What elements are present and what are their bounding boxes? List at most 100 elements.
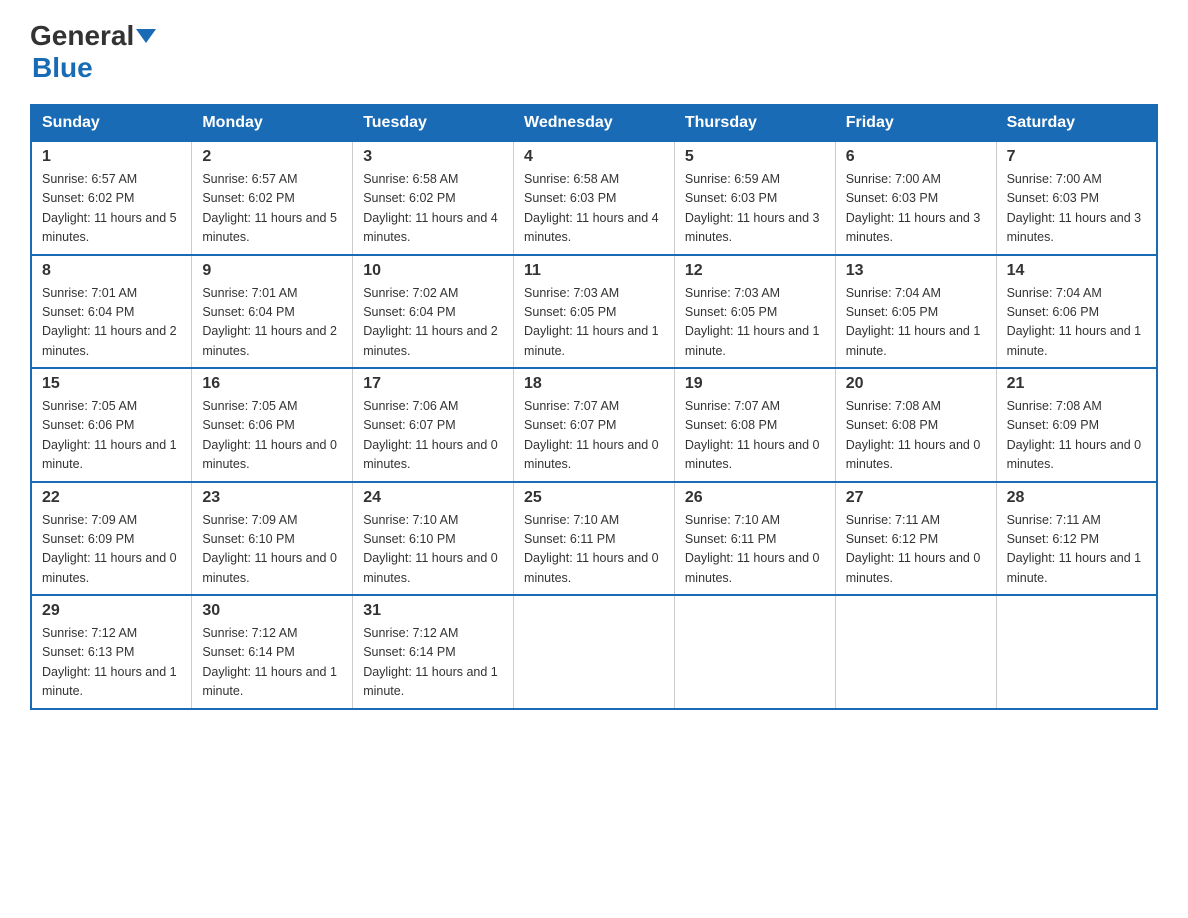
calendar-cell: 12 Sunrise: 7:03 AMSunset: 6:05 PMDaylig… bbox=[674, 255, 835, 369]
calendar-cell bbox=[514, 595, 675, 709]
day-info: Sunrise: 7:08 AMSunset: 6:09 PMDaylight:… bbox=[1007, 397, 1146, 475]
day-info: Sunrise: 7:09 AMSunset: 6:09 PMDaylight:… bbox=[42, 511, 181, 589]
calendar-cell: 19 Sunrise: 7:07 AMSunset: 6:08 PMDaylig… bbox=[674, 368, 835, 482]
day-number: 10 bbox=[363, 262, 503, 280]
day-number: 21 bbox=[1007, 375, 1146, 393]
day-info: Sunrise: 6:59 AMSunset: 6:03 PMDaylight:… bbox=[685, 170, 825, 248]
page-header: General Blue bbox=[30, 20, 1158, 84]
calendar-cell: 29 Sunrise: 7:12 AMSunset: 6:13 PMDaylig… bbox=[31, 595, 192, 709]
calendar-cell: 16 Sunrise: 7:05 AMSunset: 6:06 PMDaylig… bbox=[192, 368, 353, 482]
day-number: 8 bbox=[42, 262, 181, 280]
calendar-cell: 17 Sunrise: 7:06 AMSunset: 6:07 PMDaylig… bbox=[353, 368, 514, 482]
calendar-week-row: 29 Sunrise: 7:12 AMSunset: 6:13 PMDaylig… bbox=[31, 595, 1157, 709]
day-info: Sunrise: 7:07 AMSunset: 6:08 PMDaylight:… bbox=[685, 397, 825, 475]
day-number: 4 bbox=[524, 148, 664, 166]
day-number: 22 bbox=[42, 489, 181, 507]
day-number: 18 bbox=[524, 375, 664, 393]
header-day-wednesday: Wednesday bbox=[514, 105, 675, 141]
day-info: Sunrise: 7:10 AMSunset: 6:11 PMDaylight:… bbox=[685, 511, 825, 589]
calendar-cell: 24 Sunrise: 7:10 AMSunset: 6:10 PMDaylig… bbox=[353, 482, 514, 596]
day-number: 23 bbox=[202, 489, 342, 507]
day-info: Sunrise: 7:00 AMSunset: 6:03 PMDaylight:… bbox=[1007, 170, 1146, 248]
day-info: Sunrise: 7:11 AMSunset: 6:12 PMDaylight:… bbox=[846, 511, 986, 589]
day-number: 7 bbox=[1007, 148, 1146, 166]
day-number: 26 bbox=[685, 489, 825, 507]
calendar-cell: 9 Sunrise: 7:01 AMSunset: 6:04 PMDayligh… bbox=[192, 255, 353, 369]
logo-general-text: General bbox=[30, 20, 134, 52]
header-day-monday: Monday bbox=[192, 105, 353, 141]
day-info: Sunrise: 7:09 AMSunset: 6:10 PMDaylight:… bbox=[202, 511, 342, 589]
day-number: 1 bbox=[42, 148, 181, 166]
calendar-cell: 10 Sunrise: 7:02 AMSunset: 6:04 PMDaylig… bbox=[353, 255, 514, 369]
day-number: 17 bbox=[363, 375, 503, 393]
calendar-cell: 13 Sunrise: 7:04 AMSunset: 6:05 PMDaylig… bbox=[835, 255, 996, 369]
calendar-cell: 7 Sunrise: 7:00 AMSunset: 6:03 PMDayligh… bbox=[996, 141, 1157, 255]
calendar-week-row: 22 Sunrise: 7:09 AMSunset: 6:09 PMDaylig… bbox=[31, 482, 1157, 596]
calendar-cell bbox=[674, 595, 835, 709]
day-info: Sunrise: 7:02 AMSunset: 6:04 PMDaylight:… bbox=[363, 284, 503, 362]
day-info: Sunrise: 7:04 AMSunset: 6:06 PMDaylight:… bbox=[1007, 284, 1146, 362]
calendar-week-row: 15 Sunrise: 7:05 AMSunset: 6:06 PMDaylig… bbox=[31, 368, 1157, 482]
calendar-cell: 2 Sunrise: 6:57 AMSunset: 6:02 PMDayligh… bbox=[192, 141, 353, 255]
day-info: Sunrise: 7:01 AMSunset: 6:04 PMDaylight:… bbox=[202, 284, 342, 362]
calendar-cell: 23 Sunrise: 7:09 AMSunset: 6:10 PMDaylig… bbox=[192, 482, 353, 596]
calendar-cell: 18 Sunrise: 7:07 AMSunset: 6:07 PMDaylig… bbox=[514, 368, 675, 482]
calendar-table: SundayMondayTuesdayWednesdayThursdayFrid… bbox=[30, 104, 1158, 710]
day-info: Sunrise: 6:57 AMSunset: 6:02 PMDaylight:… bbox=[202, 170, 342, 248]
day-number: 3 bbox=[363, 148, 503, 166]
calendar-cell: 15 Sunrise: 7:05 AMSunset: 6:06 PMDaylig… bbox=[31, 368, 192, 482]
header-day-friday: Friday bbox=[835, 105, 996, 141]
calendar-cell: 25 Sunrise: 7:10 AMSunset: 6:11 PMDaylig… bbox=[514, 482, 675, 596]
day-number: 6 bbox=[846, 148, 986, 166]
day-info: Sunrise: 7:06 AMSunset: 6:07 PMDaylight:… bbox=[363, 397, 503, 475]
day-info: Sunrise: 7:10 AMSunset: 6:10 PMDaylight:… bbox=[363, 511, 503, 589]
day-info: Sunrise: 7:12 AMSunset: 6:14 PMDaylight:… bbox=[363, 624, 503, 702]
day-info: Sunrise: 7:00 AMSunset: 6:03 PMDaylight:… bbox=[846, 170, 986, 248]
day-info: Sunrise: 6:58 AMSunset: 6:03 PMDaylight:… bbox=[524, 170, 664, 248]
day-number: 19 bbox=[685, 375, 825, 393]
calendar-cell: 3 Sunrise: 6:58 AMSunset: 6:02 PMDayligh… bbox=[353, 141, 514, 255]
day-number: 15 bbox=[42, 375, 181, 393]
calendar-cell bbox=[835, 595, 996, 709]
calendar-cell bbox=[996, 595, 1157, 709]
calendar-cell: 21 Sunrise: 7:08 AMSunset: 6:09 PMDaylig… bbox=[996, 368, 1157, 482]
calendar-cell: 1 Sunrise: 6:57 AMSunset: 6:02 PMDayligh… bbox=[31, 141, 192, 255]
calendar-cell: 26 Sunrise: 7:10 AMSunset: 6:11 PMDaylig… bbox=[674, 482, 835, 596]
header-day-tuesday: Tuesday bbox=[353, 105, 514, 141]
day-info: Sunrise: 7:10 AMSunset: 6:11 PMDaylight:… bbox=[524, 511, 664, 589]
day-info: Sunrise: 7:03 AMSunset: 6:05 PMDaylight:… bbox=[685, 284, 825, 362]
calendar-cell: 5 Sunrise: 6:59 AMSunset: 6:03 PMDayligh… bbox=[674, 141, 835, 255]
day-number: 11 bbox=[524, 262, 664, 280]
day-number: 2 bbox=[202, 148, 342, 166]
day-info: Sunrise: 7:11 AMSunset: 6:12 PMDaylight:… bbox=[1007, 511, 1146, 589]
calendar-cell: 31 Sunrise: 7:12 AMSunset: 6:14 PMDaylig… bbox=[353, 595, 514, 709]
day-number: 28 bbox=[1007, 489, 1146, 507]
calendar-cell: 8 Sunrise: 7:01 AMSunset: 6:04 PMDayligh… bbox=[31, 255, 192, 369]
day-info: Sunrise: 7:07 AMSunset: 6:07 PMDaylight:… bbox=[524, 397, 664, 475]
day-number: 12 bbox=[685, 262, 825, 280]
day-info: Sunrise: 6:58 AMSunset: 6:02 PMDaylight:… bbox=[363, 170, 503, 248]
calendar-cell: 14 Sunrise: 7:04 AMSunset: 6:06 PMDaylig… bbox=[996, 255, 1157, 369]
day-number: 31 bbox=[363, 602, 503, 620]
day-info: Sunrise: 7:01 AMSunset: 6:04 PMDaylight:… bbox=[42, 284, 181, 362]
day-info: Sunrise: 7:12 AMSunset: 6:13 PMDaylight:… bbox=[42, 624, 181, 702]
logo-triangle-icon bbox=[136, 29, 156, 43]
logo-blue-text: Blue bbox=[32, 52, 93, 84]
day-number: 27 bbox=[846, 489, 986, 507]
day-info: Sunrise: 7:08 AMSunset: 6:08 PMDaylight:… bbox=[846, 397, 986, 475]
calendar-cell: 27 Sunrise: 7:11 AMSunset: 6:12 PMDaylig… bbox=[835, 482, 996, 596]
day-number: 20 bbox=[846, 375, 986, 393]
day-info: Sunrise: 7:05 AMSunset: 6:06 PMDaylight:… bbox=[42, 397, 181, 475]
calendar-cell: 20 Sunrise: 7:08 AMSunset: 6:08 PMDaylig… bbox=[835, 368, 996, 482]
day-number: 14 bbox=[1007, 262, 1146, 280]
calendar-cell: 4 Sunrise: 6:58 AMSunset: 6:03 PMDayligh… bbox=[514, 141, 675, 255]
calendar-cell: 6 Sunrise: 7:00 AMSunset: 6:03 PMDayligh… bbox=[835, 141, 996, 255]
calendar-cell: 30 Sunrise: 7:12 AMSunset: 6:14 PMDaylig… bbox=[192, 595, 353, 709]
header-day-thursday: Thursday bbox=[674, 105, 835, 141]
header-day-saturday: Saturday bbox=[996, 105, 1157, 141]
calendar-week-row: 1 Sunrise: 6:57 AMSunset: 6:02 PMDayligh… bbox=[31, 141, 1157, 255]
day-info: Sunrise: 7:03 AMSunset: 6:05 PMDaylight:… bbox=[524, 284, 664, 362]
logo: General Blue bbox=[30, 20, 156, 84]
day-number: 5 bbox=[685, 148, 825, 166]
day-number: 29 bbox=[42, 602, 181, 620]
